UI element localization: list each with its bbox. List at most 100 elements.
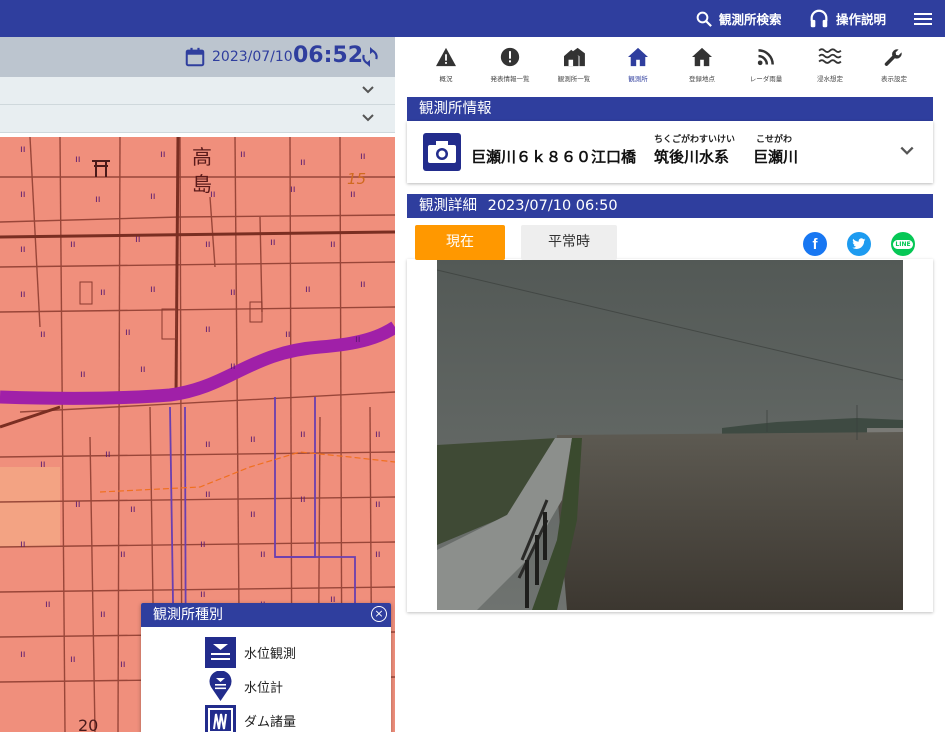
nav-radar[interactable]: レーダ雨量	[735, 47, 797, 83]
svg-text:ıı: ıı	[40, 459, 46, 470]
svg-text:ıı: ıı	[20, 539, 26, 550]
svg-text:ıı: ıı	[20, 189, 26, 200]
calendar-icon[interactable]	[184, 46, 206, 68]
svg-text:ıı: ıı	[130, 504, 136, 515]
help-label: 操作説明	[836, 12, 887, 27]
nav-flood-assumption[interactable]: 浸水想定	[799, 47, 861, 83]
svg-text:ıı: ıı	[375, 499, 381, 510]
svg-text:ıı: ıı	[200, 589, 206, 600]
close-icon[interactable]: ×	[371, 606, 387, 622]
nav-announcements[interactable]: 発表情報一覧	[479, 47, 541, 83]
legend-label: 水位観測	[244, 647, 297, 662]
chevron-down-icon	[362, 114, 374, 122]
line-icon: LINE	[893, 239, 913, 249]
svg-text:ıı: ıı	[230, 361, 236, 372]
svg-text:ıı: ıı	[205, 439, 211, 450]
nav-label: 表示設定	[881, 75, 907, 83]
svg-text:ıı: ıı	[300, 157, 306, 168]
nav-label: 登録地点	[689, 75, 715, 83]
svg-text:ıı: ıı	[45, 599, 51, 610]
svg-text:ıı: ıı	[375, 429, 381, 440]
tab-current[interactable]: 現在	[415, 225, 505, 260]
nav-station[interactable]: 観測所	[607, 47, 669, 83]
legend-label: 水位計	[244, 681, 284, 696]
warning-icon	[436, 47, 456, 67]
nav-registered[interactable]: 登録地点	[671, 47, 733, 83]
camera-image	[437, 260, 903, 610]
chevron-down-icon[interactable]	[899, 143, 915, 159]
nav-station-list[interactable]: 観測所一覧	[543, 47, 605, 83]
datetime-bar: 2023/07/10 06:52	[0, 37, 395, 77]
refresh-icon[interactable]	[360, 46, 380, 68]
twitter-icon	[852, 238, 866, 249]
rss-icon	[757, 49, 774, 66]
tab-normal-time[interactable]: 平常時	[521, 225, 617, 260]
current-date: 2023/07/10	[212, 49, 293, 65]
help-button[interactable]: 操作説明	[808, 0, 886, 37]
wrench-icon	[884, 49, 902, 66]
legend-item-gauge: 水位計	[205, 671, 283, 702]
svg-text:ıı: ıı	[375, 549, 381, 560]
legend-item-dam: ダム諸量	[205, 705, 296, 732]
svg-text:ıı: ıı	[125, 327, 131, 338]
station-search-label: 観測所検索	[719, 12, 782, 27]
alert-icon	[500, 47, 520, 67]
station-info-header: 観測所情報	[407, 97, 933, 121]
app-header: 観測所検索 操作説明	[0, 0, 945, 37]
svg-text:ıı: ıı	[20, 649, 26, 660]
nav-display-settings[interactable]: 表示設定	[863, 47, 925, 83]
svg-text:ıı: ıı	[270, 237, 276, 248]
station-info-card[interactable]: 巨瀬川６ｋ８６０江口橋 ちくごがわすいけい 筑後川水系 こせがわ 巨瀬川	[407, 121, 933, 183]
svg-text:ıı: ıı	[70, 654, 76, 665]
map-label-taka: 高	[192, 145, 212, 169]
svg-text:ıı: ıı	[20, 144, 26, 155]
nav-overview[interactable]: 概況	[415, 47, 477, 83]
observation-detail-title: 観測詳細	[419, 198, 477, 214]
svg-text:ıı: ıı	[230, 287, 236, 298]
svg-text:ıı: ıı	[105, 449, 111, 460]
svg-text:ıı: ıı	[300, 494, 306, 505]
svg-text:ıı: ıı	[330, 239, 336, 250]
home-icon	[692, 47, 712, 67]
observation-datetime: 2023/07/10 06:50	[487, 198, 618, 214]
layer-dropdown-2[interactable]	[0, 105, 395, 133]
river-ruby: こせがわ	[756, 135, 793, 145]
layer-dropdown-1[interactable]	[0, 77, 395, 105]
svg-text:ıı: ıı	[95, 194, 101, 205]
waves-icon	[818, 48, 842, 64]
twitter-share-button[interactable]	[847, 232, 871, 256]
line-share-button[interactable]: LINE	[891, 232, 915, 256]
home-icon	[628, 47, 648, 67]
nav-label: 浸水想定	[817, 75, 843, 83]
svg-text:ıı: ıı	[205, 489, 211, 500]
svg-text:ıı: ıı	[260, 549, 266, 560]
legend-label: ダム諸量	[244, 715, 297, 730]
legend-header: 観測所種別 ×	[141, 603, 391, 627]
facebook-icon: f	[812, 235, 818, 253]
map-label-contour-15: 15	[347, 170, 366, 188]
nav-label: 概況	[439, 75, 453, 83]
facebook-share-button[interactable]: f	[803, 232, 827, 256]
svg-text:ıı: ıı	[300, 429, 306, 440]
svg-text:ıı: ıı	[150, 284, 156, 295]
svg-text:ıı: ıı	[75, 154, 81, 165]
river-system-ruby: ちくごがわすいけい	[654, 135, 736, 145]
nav-label: 観測所一覧	[557, 75, 591, 83]
svg-text:ıı: ıı	[250, 509, 256, 520]
svg-text:ıı: ıı	[200, 539, 206, 550]
river-name: 巨瀬川	[753, 148, 799, 166]
nav-icon-bar: 概況 発表情報一覧 観測所一覧 観測所 登録地点 レーダ雨量 浸水想定 表示設定	[395, 37, 945, 92]
legend-item-water-level: 水位観測	[205, 637, 296, 668]
current-time: 06:52	[293, 43, 364, 68]
map-pane: 2023/07/10 06:52 ıı ıı ıı ıı ıı ıı ıı ıı…	[0, 37, 395, 732]
menu-button[interactable]	[913, 0, 939, 37]
nav-label: 発表情報一覧	[490, 75, 530, 83]
svg-text:ıı: ıı	[290, 184, 296, 195]
svg-text:ıı: ıı	[100, 287, 106, 298]
svg-text:ıı: ıı	[135, 234, 141, 245]
svg-text:ıı: ıı	[360, 279, 366, 290]
station-type-legend: 観測所種別 × 水位観測 水位計 ダム諸量	[141, 603, 391, 732]
svg-text:ıı: ıı	[160, 149, 166, 160]
svg-text:ıı: ıı	[205, 324, 211, 335]
station-search-button[interactable]: 観測所検索	[695, 0, 782, 37]
